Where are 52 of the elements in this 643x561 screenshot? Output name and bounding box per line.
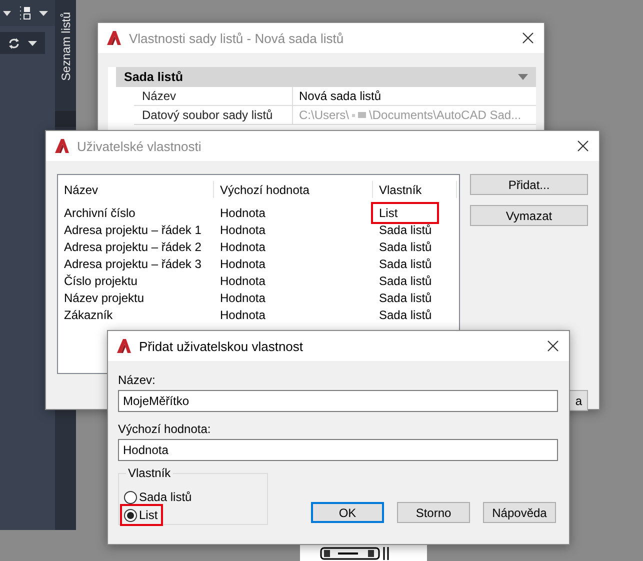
table-cell-text: Sada listů <box>378 256 433 270</box>
refresh-icon[interactable] <box>8 38 20 48</box>
window-title: Přidat uživatelskou vlastnost <box>139 338 304 354</box>
table-cell-text: Hodnota <box>219 240 266 254</box>
property-value: C:\Users\ \Documents\AutoCAD Sad... <box>298 107 522 124</box>
table-cell-text: Adresa projektu – řádek 3 <box>63 256 202 270</box>
radio-icon[interactable] <box>124 508 137 522</box>
field-label: Výchozí hodnota: <box>118 422 212 436</box>
close-icon[interactable] <box>547 340 559 352</box>
field-label: Název: <box>118 373 156 387</box>
table-cell-text: Hodnota <box>219 256 266 270</box>
property-value: Nová sada listů <box>298 88 382 105</box>
input-field[interactable]: MojeMěřítko <box>118 390 558 412</box>
caret-icon[interactable] <box>39 10 48 16</box>
table-cell-text: Sada listů <box>378 290 433 304</box>
app-logo-icon <box>54 138 70 154</box>
property-name: Datový soubor sady listů <box>134 106 293 124</box>
property-name: Název <box>134 87 293 105</box>
table-cell-text: Hodnota <box>219 222 266 236</box>
table-cell-text: Zákazník <box>63 308 114 322</box>
table-cell-text: Adresa projektu – řádek 2 <box>63 240 202 254</box>
table-cell-text: Sada listů <box>378 274 433 288</box>
sheet-layout-icon[interactable] <box>19 6 31 20</box>
table-cell-text: Hodnota <box>219 274 266 288</box>
app-logo-icon <box>106 30 122 46</box>
redaction-mark <box>351 111 368 119</box>
table-cell-text: Sada listů <box>378 240 433 254</box>
window-title: Vlastnosti sady listů - Nová sada listů <box>129 30 345 46</box>
table-cell: List <box>373 204 437 222</box>
radio-icon[interactable] <box>124 490 137 504</box>
table-cell-text: Název projektu <box>63 290 146 304</box>
radio-option[interactable]: List <box>122 506 161 524</box>
table-cell-text: Adresa projektu – řádek 1 <box>63 222 202 236</box>
table-cell-text: Číslo projektu <box>63 274 138 288</box>
palette-grip <box>55 110 76 127</box>
group-label: Vlastník <box>126 466 173 480</box>
radio-option[interactable]: Sada listů <box>122 488 195 506</box>
window-title: Uživatelské vlastnosti <box>77 138 202 154</box>
table-cell-text: Hodnota <box>219 290 266 304</box>
table-cell-text: Sada listů <box>378 308 433 322</box>
table-cell-text: Hodnota <box>219 308 266 322</box>
caret-icon[interactable] <box>28 40 37 46</box>
app-logo-icon <box>116 338 132 354</box>
caret-icon[interactable] <box>3 10 11 16</box>
dialog-button[interactable]: Storno <box>397 502 470 523</box>
dialog-button[interactable]: Nápověda <box>483 502 556 523</box>
table-cell-text: Hodnota <box>219 206 266 220</box>
dialog-button[interactable]: OK <box>311 502 384 523</box>
palette-tab[interactable]: Seznam listů <box>58 12 72 81</box>
table-cell-text: Sada listů <box>378 222 433 236</box>
input-field[interactable]: Hodnota <box>118 439 558 461</box>
table-cell-text: Archivní číslo <box>63 206 136 220</box>
